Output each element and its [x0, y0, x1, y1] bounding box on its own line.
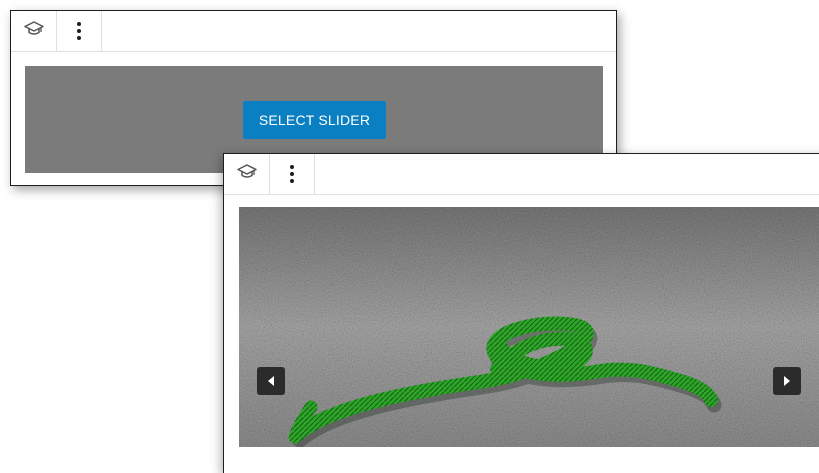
- slider-block-preview: [223, 153, 819, 473]
- graduation-cap-icon: [23, 20, 44, 42]
- select-slider-button[interactable]: SELECT SLIDER: [243, 101, 386, 139]
- vertical-ellipsis-icon: [290, 165, 294, 183]
- caret-left-icon: [266, 375, 276, 387]
- block-toolbar: [224, 154, 819, 195]
- slide-image: [239, 207, 819, 447]
- slider-image-frame: [239, 207, 819, 447]
- block-type-button[interactable]: [224, 154, 270, 194]
- graduation-cap-icon: [236, 163, 257, 185]
- block-type-button[interactable]: [11, 11, 57, 51]
- slider-prev-button[interactable]: [257, 367, 285, 395]
- slider-next-button[interactable]: [773, 367, 801, 395]
- more-options-button[interactable]: [57, 11, 102, 51]
- vertical-ellipsis-icon: [77, 22, 81, 40]
- block-toolbar: [11, 11, 616, 52]
- more-options-button[interactable]: [270, 154, 315, 194]
- caret-right-icon: [782, 375, 792, 387]
